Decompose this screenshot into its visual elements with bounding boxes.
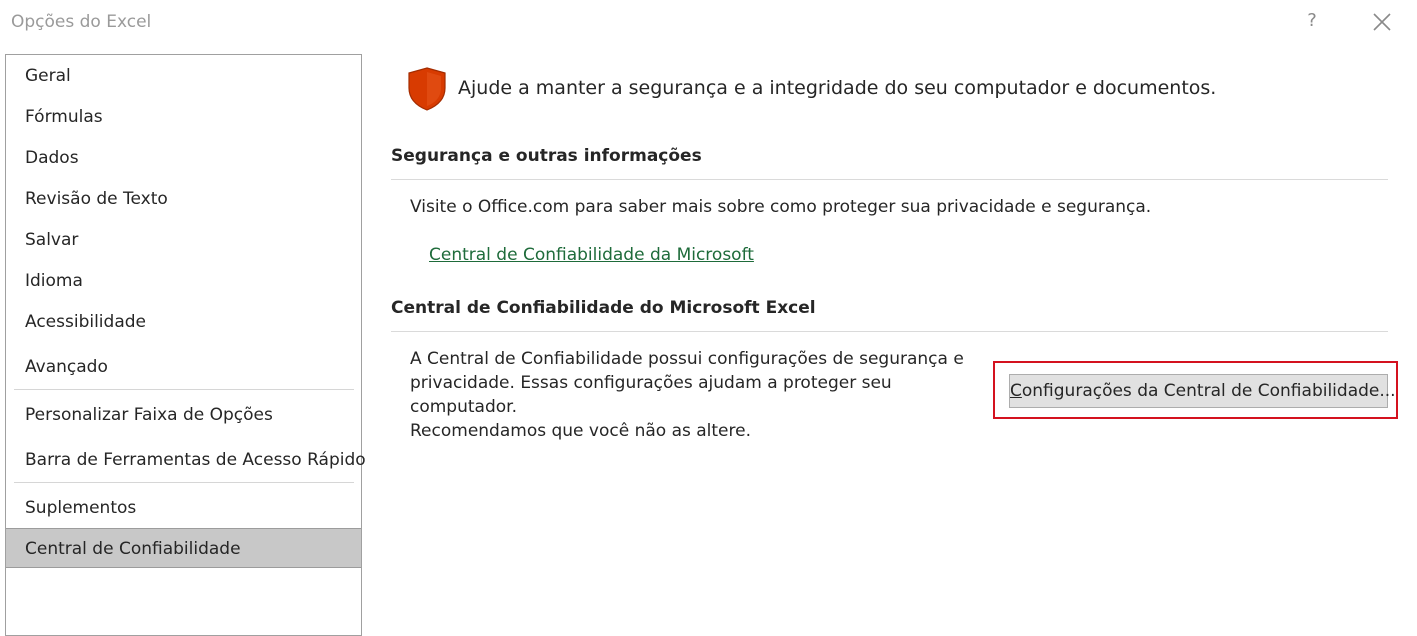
trust-center-description-line: Recomendamos que você não as altere.	[410, 421, 751, 441]
sidebar-item-avancado[interactable]: Avançado	[6, 347, 361, 387]
close-button[interactable]	[1370, 10, 1394, 34]
sidebar-divider	[14, 482, 354, 483]
trust-center-description-line: privacidade. Essas configurações ajudam …	[410, 373, 892, 417]
sidebar-item-personalizar-faixa[interactable]: Personalizar Faixa de Opções	[6, 395, 361, 435]
title-bar: Opções do Excel ?	[0, 0, 1417, 44]
shield-icon	[408, 67, 446, 111]
sidebar-item-revisao-de-texto[interactable]: Revisão de Texto	[6, 179, 361, 219]
main-content: Ajude a manter a segurança e a integrida…	[362, 44, 1417, 623]
sidebar-item-central-de-confiabilidade[interactable]: Central de Confiabilidade	[6, 528, 361, 568]
trust-center-description-line: A Central de Confiabilidade possui confi…	[410, 349, 964, 369]
section-title-trust-center: Central de Confiabilidade do Microsoft E…	[391, 298, 816, 318]
window-title: Opções do Excel	[11, 12, 152, 32]
close-icon	[1373, 13, 1391, 31]
sidebar-item-idioma[interactable]: Idioma	[6, 261, 361, 301]
sidebar-item-formulas[interactable]: Fórmulas	[6, 97, 361, 137]
trust-center-settings-button[interactable]: Configurações da Central de Confiabilida…	[1009, 374, 1396, 408]
section-divider	[391, 179, 1388, 180]
sidebar-item-salvar[interactable]: Salvar	[6, 220, 361, 260]
sidebar-item-geral[interactable]: Geral	[6, 56, 361, 96]
help-button[interactable]: ?	[1302, 10, 1322, 34]
page-headline: Ajude a manter a segurança e a integrida…	[458, 77, 1217, 99]
sidebar-nav: Geral Fórmulas Dados Revisão de Texto Sa…	[5, 54, 366, 636]
section-title-security: Segurança e outras informações	[391, 146, 702, 166]
button-mnemonic: C	[1010, 381, 1022, 401]
microsoft-trust-center-link[interactable]: Central de Confiabilidade da Microsoft	[429, 245, 754, 265]
trust-center-description: A Central de Confiabilidade possui confi…	[410, 347, 980, 443]
sidebar-item-acessibilidade[interactable]: Acessibilidade	[6, 302, 361, 342]
sidebar-item-suplementos[interactable]: Suplementos	[6, 488, 361, 528]
security-info-text: Visite o Office.com para saber mais sobr…	[410, 197, 1152, 217]
button-label: onfigurações da Central de Confiabilidad…	[1021, 381, 1396, 401]
sidebar-divider	[14, 389, 354, 390]
sidebar-item-barra-acesso-rapido[interactable]: Barra de Ferramentas de Acesso Rápido	[6, 440, 366, 480]
section-divider	[391, 331, 1388, 332]
sidebar-item-dados[interactable]: Dados	[6, 138, 361, 178]
